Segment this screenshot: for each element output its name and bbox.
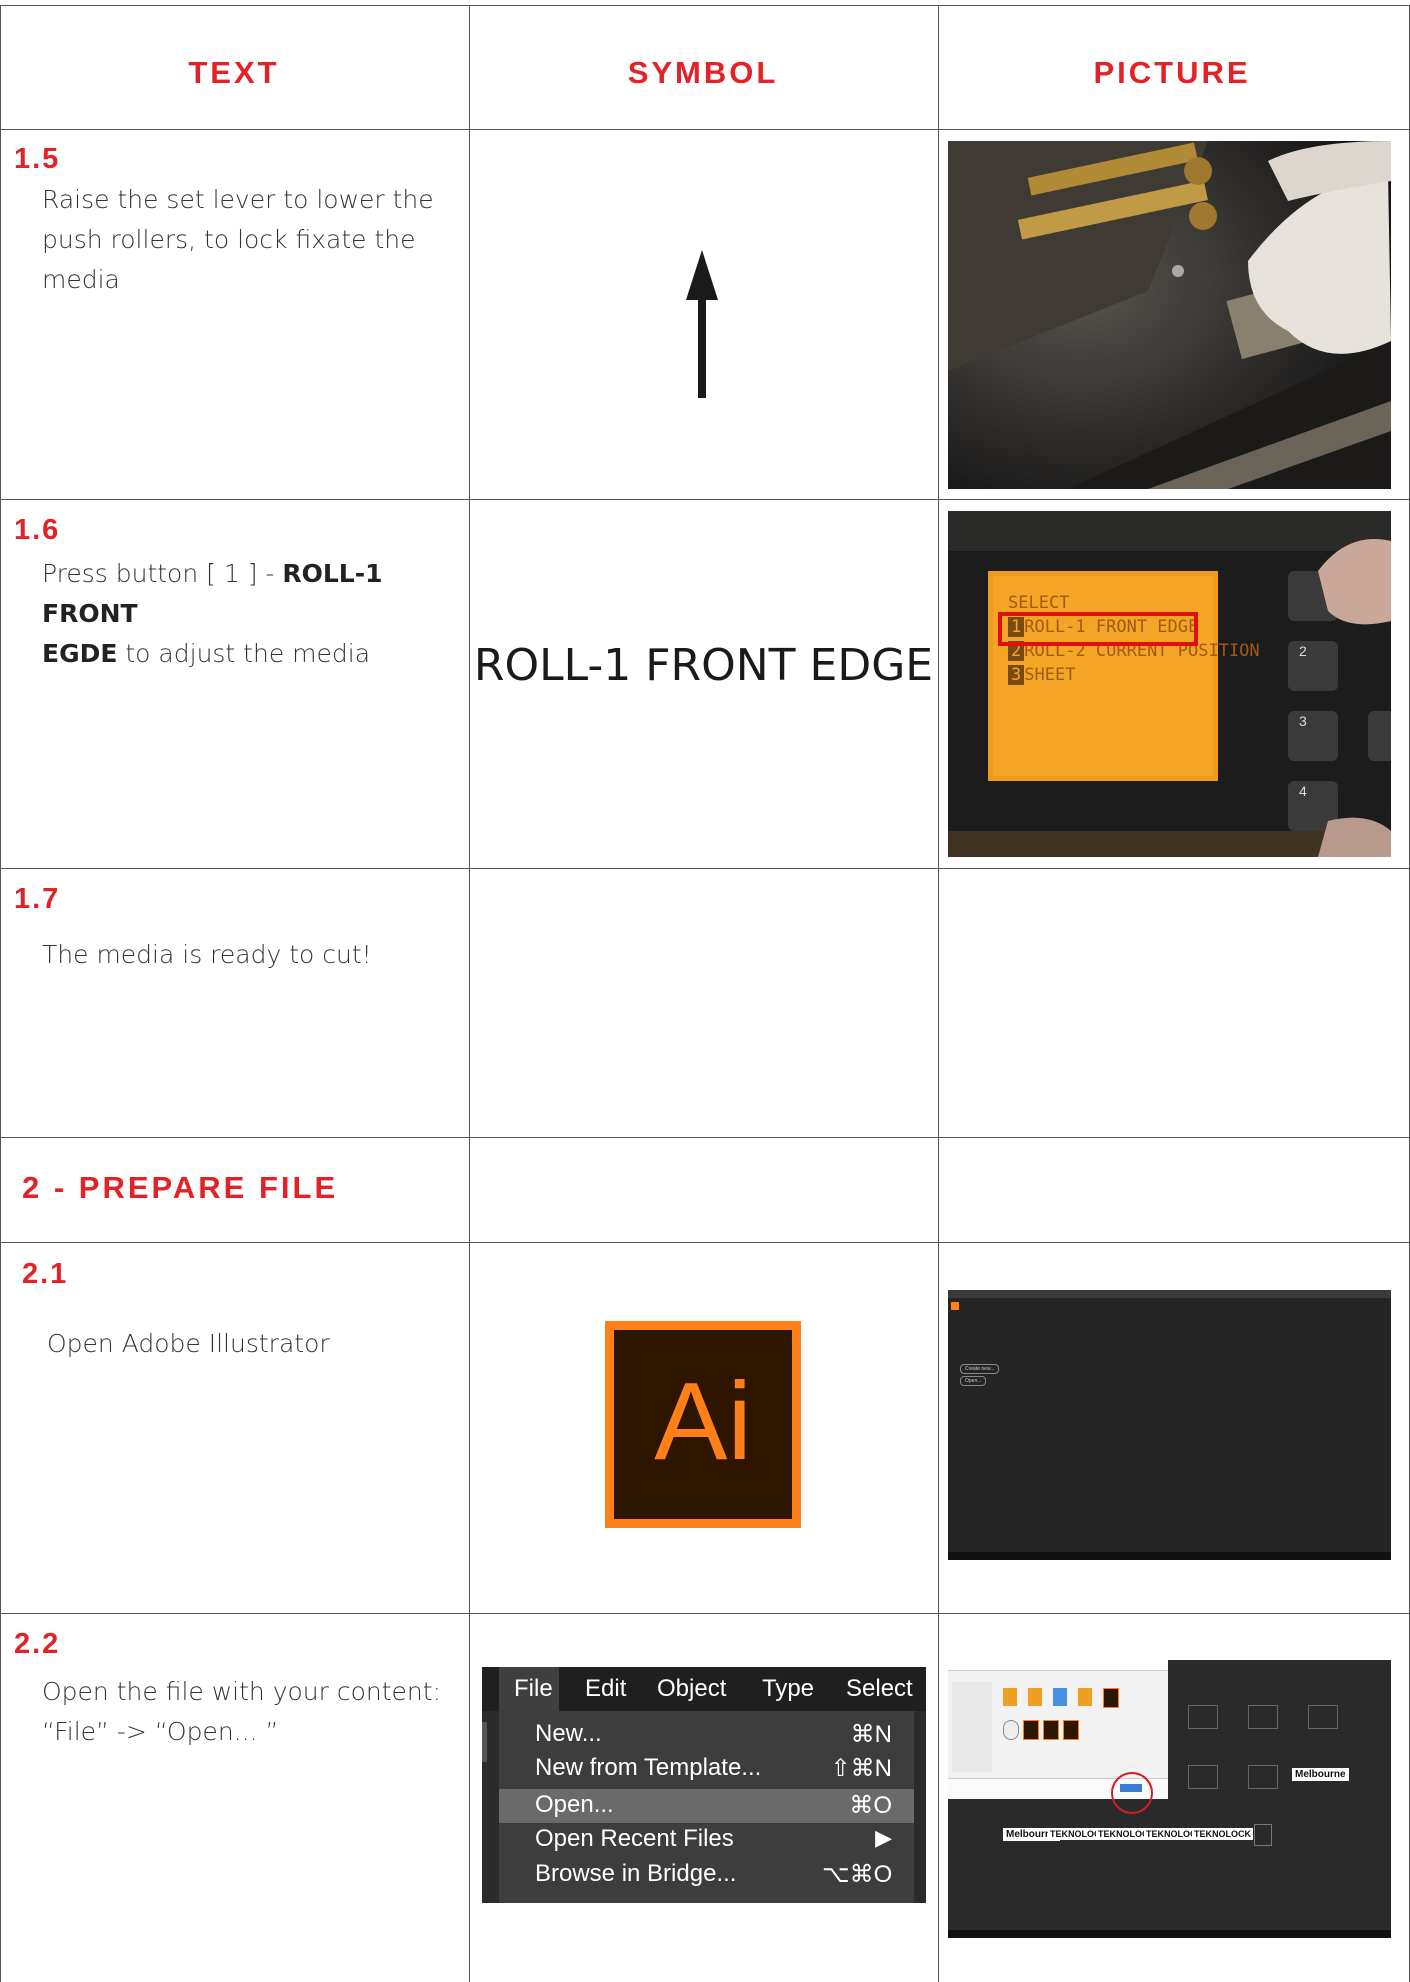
illustrator-logo-text: Ai (654, 1360, 752, 1483)
column-divider (0, 5, 1, 1982)
row-divider (0, 1137, 1410, 1138)
thumbnail-label: TEKNOLOCK (1192, 1828, 1253, 1840)
header-picture: PICTURE (1093, 55, 1251, 90)
file-icon (1003, 1720, 1019, 1740)
file-icon (1053, 1688, 1067, 1706)
dialog-titlebar (948, 1660, 1168, 1671)
app-icon (951, 1302, 959, 1310)
step-number: 2.2 (14, 1628, 61, 1660)
thumbnail (1308, 1705, 1338, 1729)
step-text: The media is ready to cut! (42, 940, 372, 969)
file-icon (1003, 1688, 1017, 1706)
column-divider (469, 5, 470, 1982)
step-text: Open Adobe Illustrator (47, 1329, 330, 1358)
menu-item-open-recent[interactable]: Open Recent Files (535, 1825, 734, 1853)
lcd-option-label: SHEET (1024, 665, 1076, 685)
taskbar-strip (948, 1552, 1391, 1560)
file-menu-screenshot: File Edit Object Type Select New... ⌘N N… (482, 1667, 926, 1903)
text-segment: Press button [ 1 ] - (42, 559, 283, 588)
ai-file-icon (1023, 1720, 1039, 1740)
open-dialog-screenshot: Melbourne Melbourne TEKNOLOCK TEKNOLOCK … (948, 1660, 1391, 1938)
menu-item-open[interactable]: Open... (535, 1791, 614, 1819)
file-icon (1028, 1688, 1042, 1706)
lever-photo (948, 141, 1391, 489)
taskbar-strip (948, 1930, 1391, 1938)
key-label: 4 (1299, 783, 1307, 799)
step-text-line: “File” -> “Open... ” (42, 1717, 279, 1746)
shortcut-label: ⌘O (849, 1792, 892, 1819)
row-divider (0, 868, 1410, 869)
step-number: 1.5 (14, 143, 61, 175)
step-number: 1.7 (14, 883, 61, 915)
illustrator-home-screenshot: Create new... Open... (948, 1290, 1391, 1560)
lever-photo-drawing (948, 141, 1391, 489)
menubar-strip (948, 1290, 1391, 1298)
lcd-option: 3 SHEET (1008, 663, 1260, 687)
table-border-top (0, 5, 1410, 6)
step-text-line: Open the file with your content: (42, 1677, 441, 1706)
step-text: Press button [ 1 ] - ROLL-1 FRONT EGDE to… (42, 554, 462, 674)
row-divider (0, 129, 1410, 130)
key-label: 2 (1299, 643, 1307, 659)
menu-select[interactable]: Select (846, 1675, 913, 1703)
column-divider (938, 5, 939, 1982)
thumbnail (1248, 1765, 1278, 1789)
ai-file-icon (1103, 1688, 1119, 1708)
menu-type[interactable]: Type (762, 1675, 814, 1703)
step-text: Open the file with your content: “File” -… (42, 1672, 462, 1752)
create-new-button: Create new... (960, 1364, 1000, 1374)
row-divider (0, 499, 1410, 500)
thumbnail (1248, 1705, 1278, 1729)
symbol-roll1-front-edge: ROLL-1 FRONT EDGE (473, 640, 934, 691)
text-segment: to adjust the media (117, 639, 371, 668)
menu-item-browse-bridge[interactable]: Browse in Bridge... (535, 1860, 736, 1888)
ai-file-icon (1063, 1720, 1079, 1740)
key-label: 3 (1299, 713, 1307, 729)
menu-edge (482, 1722, 487, 1762)
submenu-arrow-icon: ▶ (875, 1825, 892, 1850)
shortcut-label: ⌘N (850, 1721, 892, 1748)
shortcut-label: ⌥⌘O (822, 1861, 893, 1888)
step-number: 1.6 (14, 514, 61, 546)
menu-edit[interactable]: Edit (585, 1675, 626, 1703)
illustrator-logo-icon: Ai (605, 1321, 801, 1528)
menu-item-new[interactable]: New... (535, 1720, 602, 1748)
shortcut-label: ⇧⌘N (830, 1755, 892, 1782)
dialog-sidebar (952, 1682, 992, 1772)
menu-object[interactable]: Object (657, 1675, 726, 1703)
step-number: 2.1 (22, 1258, 69, 1290)
ai-file-icon (1043, 1720, 1059, 1740)
step-text: Raise the set lever to lower the push ro… (42, 185, 434, 294)
row-divider (0, 1613, 1410, 1614)
highlight-box (998, 612, 1198, 646)
file-icon (1078, 1688, 1092, 1706)
open-button: Open... (960, 1376, 987, 1386)
header-text: TEXT (188, 55, 280, 90)
blank-file-icon (1254, 1824, 1272, 1846)
cutter-display-photo: SELECT 1 ROLL-1 FRONT EDGE 2 ROLL-2 CURREN… (948, 511, 1391, 857)
thumbnail-label: Melbourne (1292, 1768, 1349, 1781)
header-symbol: SYMBOL (627, 55, 779, 90)
menu-file[interactable]: File (514, 1675, 553, 1703)
text-bold: EGDE (42, 639, 118, 668)
arrow-up-icon (686, 250, 718, 398)
thumbnail (1188, 1765, 1218, 1789)
lcd-option-number: 3 (1008, 665, 1025, 685)
row-divider (0, 1242, 1410, 1243)
thumbnail (1188, 1705, 1218, 1729)
highlight-circle (1111, 1772, 1153, 1814)
illustrator-logo-bg: Ai (614, 1330, 792, 1519)
section-title: 2 - PREPARE FILE (22, 1170, 339, 1205)
menu-item-new-from-template[interactable]: New from Template... (535, 1754, 761, 1782)
